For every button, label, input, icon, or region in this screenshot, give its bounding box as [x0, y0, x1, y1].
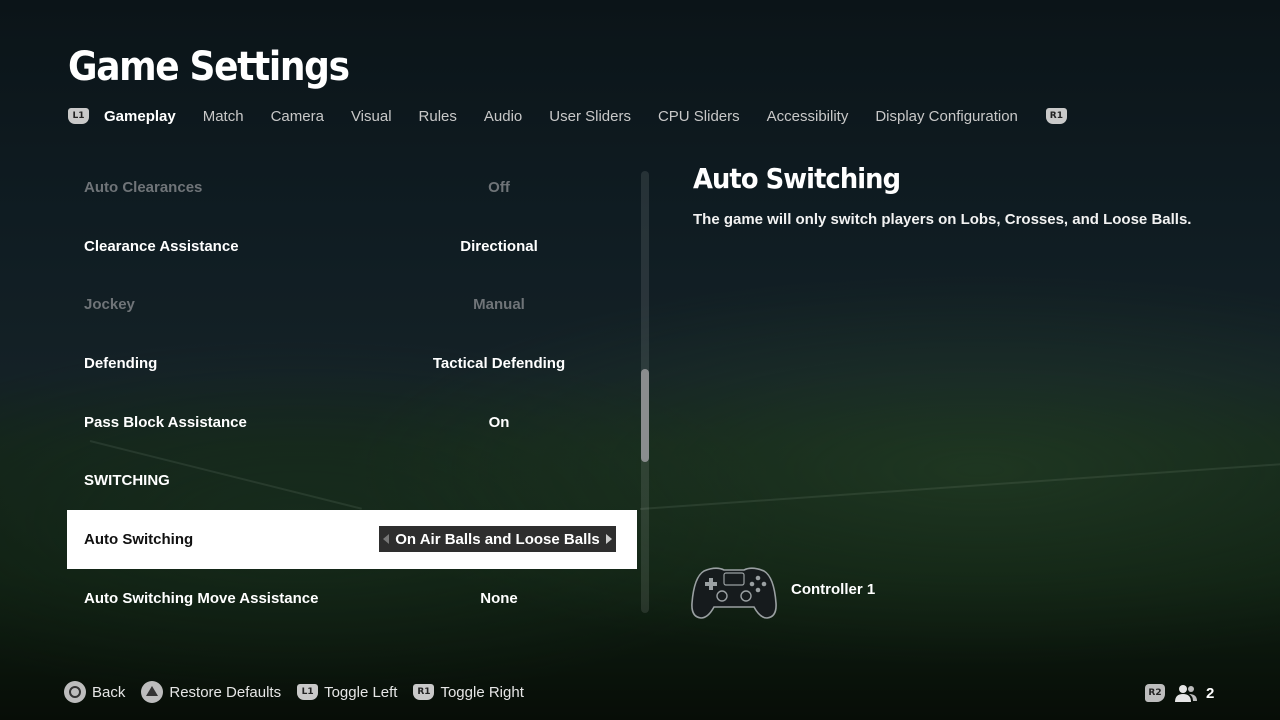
tab-accessibility[interactable]: Accessibility: [767, 108, 849, 125]
tab-match[interactable]: Match: [203, 108, 244, 125]
setting-value: None: [480, 589, 518, 607]
tab-camera[interactable]: Camera: [271, 108, 324, 125]
setting-value: On Air Balls and Loose Balls: [395, 530, 600, 548]
value-selector[interactable]: On Air Balls and Loose Balls: [379, 526, 616, 553]
arrow-right-icon[interactable]: [606, 534, 612, 545]
setting-value: Off: [488, 178, 510, 196]
back-hint[interactable]: Back: [64, 681, 125, 703]
setting-label: Auto Switching: [84, 530, 194, 548]
l1-bumper-icon: L1: [297, 684, 319, 700]
toggle-left-hint[interactable]: L1 Toggle Left: [297, 684, 397, 701]
tab-gameplay[interactable]: Gameplay: [104, 108, 176, 125]
restore-defaults-hint[interactable]: Restore Defaults: [141, 681, 281, 703]
circle-button-icon: [64, 681, 86, 703]
footer-hints: Back Restore Defaults L1 Toggle Left R1 …: [64, 680, 540, 704]
r1-bumper-icon: R1: [413, 684, 435, 700]
setting-value: Manual: [473, 296, 525, 314]
setting-row-pass-block-assistance[interactable]: Pass Block Assistance On: [67, 393, 637, 452]
page-title: Game Settings: [68, 44, 350, 90]
setting-value: Tactical Defending: [432, 354, 566, 372]
arrow-left-icon[interactable]: [383, 534, 389, 545]
controller-label: Controller 1: [791, 581, 876, 598]
setting-label: Pass Block Assistance: [84, 413, 247, 431]
tab-rules[interactable]: Rules: [419, 108, 457, 125]
setting-label: Auto Switching Move Assistance: [84, 589, 319, 607]
section-header-switching: SWITCHING: [67, 451, 637, 510]
restore-defaults-label: Restore Defaults: [169, 683, 282, 701]
setting-row-defending[interactable]: Defending Tactical Defending: [67, 334, 637, 393]
tab-bar: L1 Gameplay Match Camera Visual Rules Au…: [68, 104, 1067, 128]
setting-row-jockey[interactable]: Jockey Manual: [67, 275, 637, 334]
r2-trigger-icon[interactable]: R2: [1145, 684, 1165, 702]
setting-label: Auto Clearances: [84, 178, 203, 196]
toggle-right-label: Toggle Right: [440, 683, 524, 701]
tab-cpu-sliders[interactable]: CPU Sliders: [658, 108, 740, 125]
tab-user-sliders[interactable]: User Sliders: [549, 108, 631, 125]
detail-description: The game will only switch players on Lob…: [693, 211, 1192, 228]
triangle-button-icon: [141, 681, 164, 703]
r1-bumper-icon[interactable]: R1: [1045, 108, 1067, 124]
setting-label: Defending: [84, 354, 158, 372]
section-label: SWITCHING: [84, 472, 170, 490]
setting-value: Directional: [460, 237, 538, 255]
settings-list: Auto Clearances Off Clearance Assistance…: [67, 158, 637, 628]
gamepad-icon: [691, 567, 777, 619]
setting-value: On: [488, 413, 510, 431]
tab-display-configuration[interactable]: Display Configuration: [875, 108, 1018, 125]
setting-label: Jockey: [84, 296, 135, 314]
setting-row-auto-switching-move-assistance[interactable]: Auto Switching Move Assistance None: [67, 569, 637, 628]
setting-row-auto-clearances[interactable]: Auto Clearances Off: [67, 158, 637, 217]
setting-label: Clearance Assistance: [84, 237, 239, 255]
setting-row-clearance-assistance[interactable]: Clearance Assistance Directional: [67, 217, 637, 276]
tab-audio[interactable]: Audio: [484, 108, 522, 125]
setting-row-auto-switching[interactable]: Auto Switching On Air Balls and Loose Ba…: [67, 510, 637, 569]
scrollbar-thumb[interactable]: [641, 369, 649, 462]
l1-bumper-icon[interactable]: L1: [68, 108, 89, 124]
user-count: 2: [1206, 685, 1215, 702]
back-label: Back: [92, 683, 126, 701]
toggle-right-hint[interactable]: R1 Toggle Right: [413, 683, 524, 701]
toggle-left-label: Toggle Left: [324, 683, 398, 701]
users-icon: [1175, 685, 1197, 702]
tab-visual[interactable]: Visual: [351, 108, 392, 125]
detail-title: Auto Switching: [693, 162, 901, 195]
pitch-line: [639, 461, 1280, 510]
